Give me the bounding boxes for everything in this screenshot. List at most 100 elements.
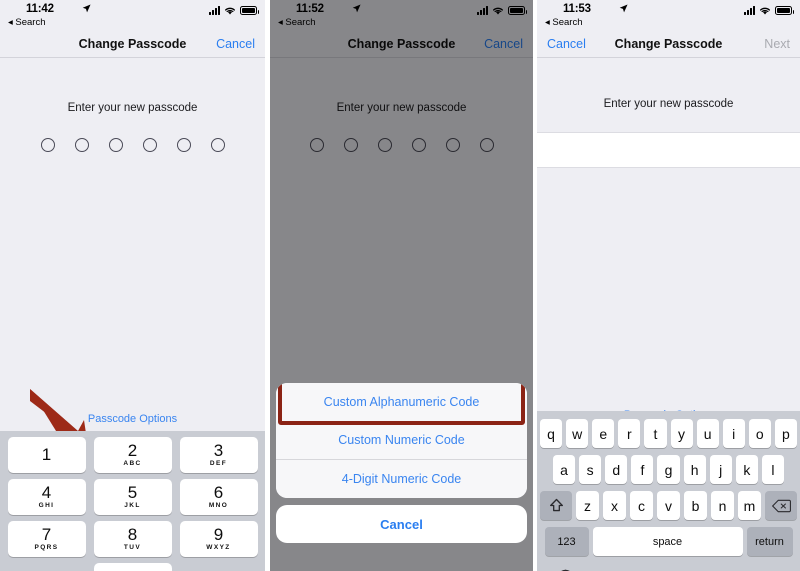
keypad-letters: WXYZ — [206, 544, 231, 551]
key-i[interactable]: i — [722, 419, 745, 448]
status-time: 11:52 — [296, 3, 324, 15]
keypad-row: 1 2 ABC 3 DEF — [4, 437, 261, 473]
keypad-key-2[interactable]: 2 ABC — [93, 437, 172, 473]
keypad-key-8[interactable]: 8 TUV — [93, 521, 172, 557]
delete-backward-icon[interactable] — [180, 563, 258, 571]
status-time: 11:53 — [563, 3, 591, 15]
key-s[interactable]: s — [579, 455, 602, 484]
nav-divider — [270, 57, 533, 58]
keypad-key-7[interactable]: 7 PQRS — [7, 521, 86, 557]
key-h[interactable]: h — [683, 455, 706, 484]
key-b[interactable]: b — [684, 491, 707, 520]
passcode-dot — [210, 138, 225, 152]
key-n[interactable]: n — [711, 491, 734, 520]
action-sheet-item-custom-alphanumeric[interactable]: Custom Alphanumeric Code — [276, 383, 527, 421]
key-g[interactable]: g — [657, 455, 680, 484]
passcode-dot — [343, 138, 358, 152]
delete-backward-icon[interactable] — [765, 491, 797, 520]
key-x[interactable]: x — [603, 491, 626, 520]
status-bar: 11:53 ◂ Search — [537, 0, 800, 30]
keypad-key-6[interactable]: 6 MNO — [179, 479, 258, 515]
key-v[interactable]: v — [657, 491, 680, 520]
keypad-digit: 1 — [41, 444, 52, 464]
key-y[interactable]: y — [670, 419, 693, 448]
keypad-key-3[interactable]: 3 DEF — [179, 437, 258, 473]
qwerty-keyboard: q w e r t y u i o p a s d f g h j k l z … — [537, 411, 800, 571]
action-sheet-item-custom-numeric[interactable]: Custom Numeric Code — [276, 421, 527, 459]
navigation-bar: Cancel Change Passcode Next — [537, 30, 800, 57]
passcode-dots — [0, 138, 265, 152]
keyboard-row-1: q w e r t y u i o p — [540, 419, 797, 448]
key-r[interactable]: r — [618, 419, 641, 448]
keypad-digit: 6 — [213, 483, 224, 502]
location-arrow-icon — [619, 4, 628, 13]
return-key[interactable]: return — [746, 527, 793, 556]
passcode-options-link[interactable]: Passcode Options — [0, 413, 265, 425]
key-o[interactable]: o — [748, 419, 771, 448]
key-j[interactable]: j — [709, 455, 732, 484]
cancel-button[interactable]: Cancel — [484, 37, 523, 51]
keypad-key-9[interactable]: 9 WXYZ — [179, 521, 258, 557]
keypad-letters: TUV — [123, 544, 142, 551]
keypad-letters: DEF — [209, 460, 228, 467]
status-indicators — [744, 6, 794, 15]
status-back-link[interactable]: ◂ Search — [278, 17, 316, 28]
keypad-digit: 9 — [213, 525, 224, 544]
keypad-key-4[interactable]: 4 GHI — [7, 479, 86, 515]
keypad-digit: 3 — [213, 441, 224, 460]
wifi-icon — [492, 6, 504, 15]
keypad-digit: 4 — [41, 483, 52, 502]
key-e[interactable]: e — [592, 419, 615, 448]
cancel-button[interactable]: Cancel — [547, 37, 586, 51]
shift-arrow-icon[interactable] — [540, 491, 572, 520]
status-indicators — [209, 6, 259, 15]
passcode-text-field[interactable] — [537, 132, 800, 168]
page-title: Change Passcode — [614, 36, 723, 51]
nav-divider — [537, 57, 800, 58]
keypad-spacer — [8, 563, 86, 571]
space-key[interactable]: space — [592, 527, 743, 556]
passcode-dot — [377, 138, 392, 152]
status-back-link[interactable]: ◂ Search — [545, 17, 583, 28]
keypad-key-5[interactable]: 5 JKL — [93, 479, 172, 515]
key-q[interactable]: q — [540, 419, 563, 448]
wifi-icon — [759, 6, 771, 15]
action-sheet-cancel-button[interactable]: Cancel — [276, 505, 527, 543]
keyboard-bottom-bar — [540, 563, 797, 571]
passcode-dot — [108, 138, 123, 152]
passcode-prompt: Enter your new passcode — [603, 98, 734, 110]
cellular-signal-icon — [209, 6, 220, 15]
key-d[interactable]: d — [605, 455, 628, 484]
key-m[interactable]: m — [738, 491, 761, 520]
keypad-key-1[interactable]: 1 — [7, 437, 86, 473]
numbers-key[interactable]: 123 — [544, 527, 589, 556]
keyboard-row-4: 123 space return — [540, 527, 797, 556]
cellular-signal-icon — [477, 6, 488, 15]
keypad-digit: 2 — [127, 441, 138, 460]
key-a[interactable]: a — [553, 455, 576, 484]
key-c[interactable]: c — [630, 491, 653, 520]
cancel-button[interactable]: Cancel — [216, 37, 255, 51]
key-u[interactable]: u — [696, 419, 719, 448]
panel-body: Enter your new passcode Passcode Options… — [537, 98, 800, 571]
status-time: 11:42 — [26, 3, 54, 15]
next-button[interactable]: Next — [764, 37, 790, 51]
key-f[interactable]: f — [631, 455, 654, 484]
key-t[interactable]: t — [644, 419, 667, 448]
key-l[interactable]: l — [761, 455, 784, 484]
key-k[interactable]: k — [735, 455, 758, 484]
keypad-row: 4 GHI 5 JKL 6 MNO — [4, 479, 261, 515]
passcode-dots — [270, 138, 533, 152]
keypad-key-0[interactable]: 0 — [93, 563, 172, 571]
status-back-link[interactable]: ◂ Search — [8, 17, 46, 28]
status-bar: 11:42 ◂ Search — [0, 0, 265, 30]
keypad-digit: 8 — [127, 525, 138, 544]
location-arrow-icon — [352, 4, 361, 13]
nav-divider — [0, 57, 265, 58]
panel-body: Enter your new passcode Passcode Options — [0, 102, 265, 571]
action-sheet-item-4-digit-numeric[interactable]: 4-Digit Numeric Code — [276, 459, 527, 498]
key-p[interactable]: p — [774, 419, 797, 448]
key-z[interactable]: z — [576, 491, 599, 520]
keypad-row: 7 PQRS 8 TUV 9 WXYZ — [4, 521, 261, 557]
key-w[interactable]: w — [566, 419, 589, 448]
